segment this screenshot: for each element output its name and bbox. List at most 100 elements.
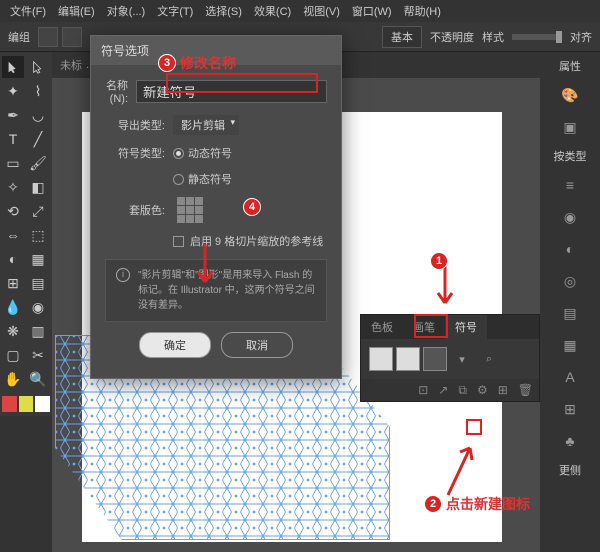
symbol-thumb-1[interactable] — [369, 347, 393, 371]
rotate-tool[interactable]: ⟲ — [2, 200, 24, 222]
gradient-tool[interactable]: ▤ — [27, 272, 49, 294]
break-link-icon[interactable]: ⧉ — [458, 383, 467, 398]
layers-icon[interactable]: ▤ — [559, 302, 581, 324]
cancel-button[interactable]: 取消 — [221, 332, 293, 358]
menu-help[interactable]: 帮助(H) — [398, 3, 447, 19]
red-box-new-icon — [466, 419, 482, 435]
curvature-tool[interactable]: ◡ — [27, 104, 49, 126]
change-label[interactable]: 更侧 — [559, 462, 581, 478]
artboard-tool[interactable]: ▢ — [2, 344, 24, 366]
graph-tool[interactable]: ▥ — [27, 320, 49, 342]
transparency-icon[interactable]: ◐ — [559, 238, 581, 260]
symbols-icon-club[interactable]: ♣ — [559, 430, 581, 452]
radio-dynamic[interactable]: 动态符号 — [173, 145, 232, 161]
libraries-icon[interactable]: ▣ — [559, 116, 581, 138]
gradient-panel-icon[interactable]: ◉ — [559, 206, 581, 228]
asset-icon[interactable]: ▦ — [559, 334, 581, 356]
menu-object[interactable]: 对象(...) — [101, 3, 152, 19]
swatch-yellow[interactable] — [19, 396, 34, 412]
menu-window[interactable]: 窗口(W) — [346, 3, 398, 19]
stroke-panel-icon[interactable]: ≡ — [559, 174, 581, 196]
stroke-swatch[interactable] — [62, 27, 82, 47]
annotation-2: 2点击新建图标 — [424, 494, 530, 514]
mesh-tool[interactable]: ⊞ — [2, 272, 24, 294]
slice-tool[interactable]: ✂ — [27, 344, 49, 366]
menu-file[interactable]: 文件(F) — [4, 3, 52, 19]
color-panel-icon[interactable]: 🎨 — [559, 84, 581, 106]
menu-type[interactable]: 文字(T) — [151, 3, 199, 19]
style-label: 样式 — [482, 29, 504, 45]
eyedropper-tool[interactable]: 💧 — [2, 296, 24, 318]
info-icon: i — [116, 268, 130, 282]
export-type-dropdown[interactable]: 影片剪辑 — [173, 115, 239, 135]
registration-label: 套版色: — [105, 202, 165, 218]
right-dock: 属性 🎨 ▣ 按类型 ≡ ◉ ◐ ◎ ▤ ▦ A ⊞ ♣ 更侧 — [540, 52, 600, 552]
selection-tool[interactable] — [2, 56, 24, 78]
char-icon-a[interactable]: A — [559, 366, 581, 388]
pen-tool[interactable]: ✒ — [2, 104, 24, 126]
annotation-4: 4 — [243, 198, 261, 216]
type-tool[interactable]: T — [2, 128, 24, 150]
symbol-dropdown[interactable]: ▾ — [450, 347, 474, 371]
ok-button[interactable]: 确定 — [139, 332, 211, 358]
symbol-thumb-2[interactable] — [396, 347, 420, 371]
tab-swatches[interactable]: 色板 — [361, 315, 403, 339]
annotation-1: 1 — [430, 252, 448, 270]
libraries-menu-icon[interactable]: ⊡ — [418, 383, 428, 397]
menu-edit[interactable]: 编辑(E) — [52, 3, 101, 19]
symbol-type-label: 符号类型: — [105, 145, 165, 161]
tab-prefix: 未标 — [60, 57, 82, 73]
red-box-name-field — [166, 73, 318, 93]
shaper-tool[interactable]: ✧ — [2, 176, 24, 198]
opacity-label: 不透明度 — [430, 29, 474, 45]
appearance-icon[interactable]: ◎ — [559, 270, 581, 292]
width-tool[interactable]: ⇔ — [2, 224, 24, 246]
brush-tool[interactable]: 🖌 — [27, 152, 49, 174]
line-tool[interactable]: ╱ — [27, 128, 49, 150]
blend-tool[interactable]: ◉ — [27, 296, 49, 318]
rectangle-tool[interactable]: ▭ — [2, 152, 24, 174]
color-swatches — [2, 396, 50, 412]
properties-label[interactable]: 属性 — [559, 58, 581, 74]
align-label: 对齐 — [570, 29, 592, 45]
eraser-tool[interactable]: ◧ — [27, 176, 49, 198]
red-box-symbols-tab — [414, 314, 448, 338]
arrow-4 — [190, 242, 220, 292]
lasso-tool[interactable]: ⌇ — [27, 80, 49, 102]
symbol-options-icon[interactable]: ⚙ — [477, 383, 488, 397]
annotation-3: 3修改名称 — [158, 53, 236, 73]
by-type-label[interactable]: 按类型 — [554, 148, 587, 164]
align-panel-icon[interactable]: ⊞ — [559, 398, 581, 420]
opacity-slider[interactable] — [512, 34, 562, 40]
symbol-sprayer-tool[interactable]: ❋ — [2, 320, 24, 342]
export-type-label: 导出类型: — [105, 117, 165, 133]
new-symbol-icon[interactable]: ⊞ — [498, 383, 508, 397]
symbols-panel: 色板 画笔 符号 ▾ ⌕ ⊡ ↗ ⧉ ⚙ ⊞ 🗑 — [360, 314, 540, 402]
name-label: 名称(N): — [105, 77, 128, 105]
symbol-link-icon[interactable]: ⌕ — [477, 347, 501, 371]
selection-label: 编组 — [8, 29, 30, 45]
direct-selection-tool[interactable] — [27, 56, 49, 78]
tab-symbols[interactable]: 符号 — [445, 315, 487, 339]
shape-builder-tool[interactable]: ◐ — [2, 248, 24, 270]
toolbox: ✦ ⌇ ✒ ◡ T ╱ ▭ 🖌 ✧ ◧ ⟲ ⤢ ⇔ ⬚ ◐ ▦ ⊞ ▤ 💧 ◉ … — [0, 52, 52, 416]
fill-swatch[interactable] — [38, 27, 58, 47]
swatch-red[interactable] — [2, 396, 17, 412]
free-transform-tool[interactable]: ⬚ — [27, 224, 49, 246]
menu-view[interactable]: 视图(V) — [297, 3, 346, 19]
magic-wand-tool[interactable]: ✦ — [2, 80, 24, 102]
symbol-thumb-3[interactable] — [423, 347, 447, 371]
basic-dropdown[interactable]: 基本 — [382, 26, 422, 48]
menu-effect[interactable]: 效果(C) — [248, 3, 297, 19]
delete-symbol-icon[interactable]: 🗑 — [518, 383, 533, 397]
perspective-tool[interactable]: ▦ — [27, 248, 49, 270]
hand-tool[interactable]: ✋ — [2, 368, 24, 390]
registration-grid[interactable] — [177, 197, 203, 223]
zoom-tool[interactable]: 🔍 — [27, 368, 49, 390]
scale-tool[interactable]: ⤢ — [27, 200, 49, 222]
radio-static[interactable]: 静态符号 — [173, 171, 232, 187]
place-symbol-icon[interactable]: ↗ — [438, 383, 448, 397]
swatch-white[interactable] — [35, 396, 50, 412]
arrow-2 — [438, 440, 478, 500]
menu-select[interactable]: 选择(S) — [199, 3, 248, 19]
